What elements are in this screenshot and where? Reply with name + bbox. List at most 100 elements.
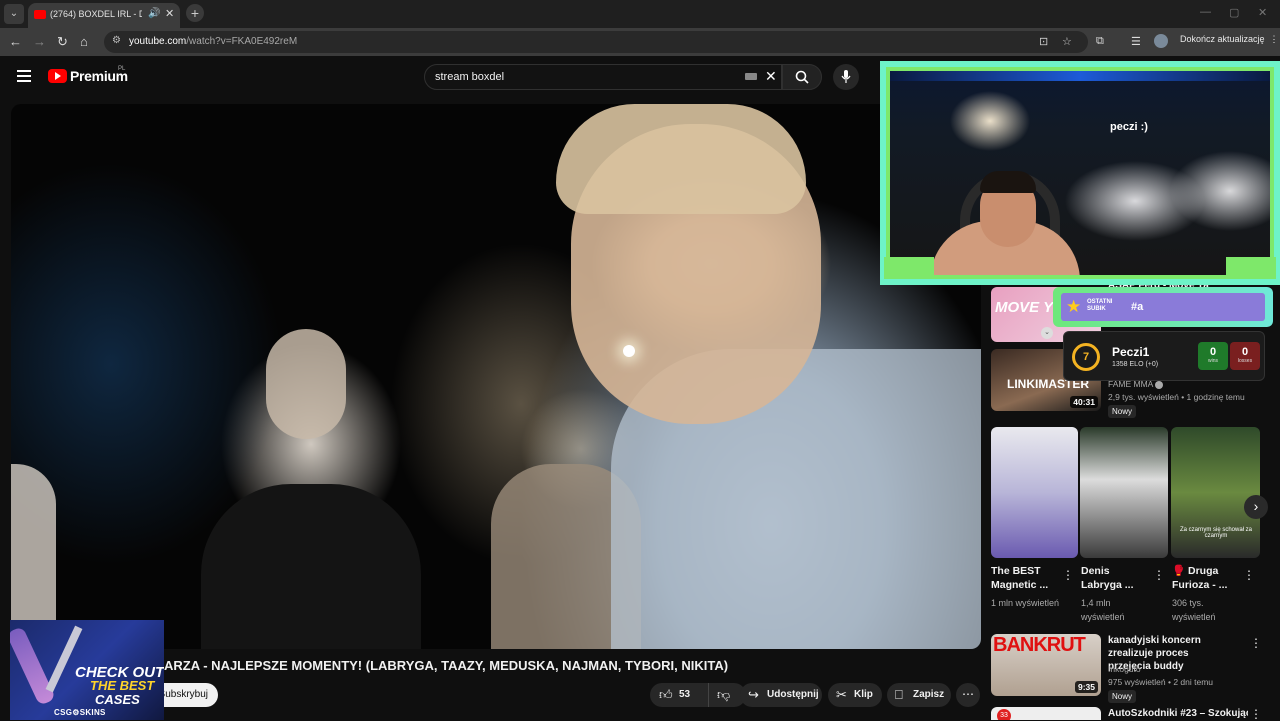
- last-sub-label: OSTATNI SUBIK: [1087, 299, 1113, 312]
- forward-icon[interactable]: →: [33, 34, 46, 49]
- close-window-icon[interactable]: ✕: [1258, 6, 1267, 19]
- search-input[interactable]: stream boxdel ✕: [424, 64, 782, 90]
- country-code: PL: [118, 66, 126, 72]
- thumbs-down-icon[interactable]: 👎︎: [708, 683, 730, 707]
- wins-box: 0 wins: [1198, 342, 1228, 370]
- video-scene-head: [266, 329, 346, 439]
- faceit-level-icon: 7: [1072, 343, 1100, 371]
- elo-player-name: Peczi1: [1112, 345, 1150, 359]
- star-icon: ★: [1066, 297, 1082, 316]
- keyboard-icon[interactable]: [745, 73, 757, 80]
- recommended-thumbnail[interactable]: 33: [991, 707, 1101, 720]
- last-sub-name: #a: [1131, 301, 1144, 313]
- youtube-logo-icon[interactable]: [48, 69, 67, 83]
- last-subscriber-widget: ★ OSTATNI SUBIK #a: [1053, 287, 1273, 327]
- short-thumbnail[interactable]: [991, 427, 1078, 558]
- update-button[interactable]: Dokończ aktualizację ⋮: [1180, 34, 1279, 45]
- speaker-icon[interactable]: 🔊: [148, 8, 160, 19]
- bookmark-star-icon[interactable]: ☆: [1062, 35, 1072, 48]
- short-title[interactable]: 🥊 Druga Furioza - ...: [1172, 564, 1242, 592]
- share-icon: ↪: [748, 687, 759, 702]
- more-vert-icon[interactable]: ⋮: [1250, 636, 1262, 650]
- tab-close-icon[interactable]: ✕: [165, 7, 174, 20]
- webcam-streamer-hair: [980, 171, 1036, 193]
- browser-toolbar: ← → ↻ ⌂ ⚙ youtube.com/watch?v=FKA0E492re…: [0, 28, 1280, 56]
- video-meta: 975 wyświetleń • 2 dni temu: [1108, 677, 1214, 687]
- short-title[interactable]: Denis Labryga ...: [1081, 564, 1151, 592]
- webcam-feed: peczi :): [890, 71, 1270, 275]
- thumbs-up-icon: 👍︎: [659, 687, 673, 702]
- ad-line-2: THE BEST: [90, 678, 155, 693]
- browser-tab-active[interactable]: (2764) BOXDEL IRL - DOM W 🔊 ✕: [28, 3, 180, 28]
- profile-avatar[interactable]: [1154, 34, 1168, 48]
- back-icon[interactable]: ←: [9, 34, 22, 49]
- more-vert-icon[interactable]: ⋮: [1062, 568, 1074, 582]
- reload-icon[interactable]: ↻: [57, 34, 68, 50]
- short-thumbnail[interactable]: [1080, 427, 1168, 558]
- microphone-icon: [841, 70, 851, 83]
- webcam-frame-corner: [1226, 257, 1276, 279]
- tab-search-button[interactable]: ⌄: [4, 4, 24, 24]
- ad-line-3: CASES: [95, 692, 140, 707]
- csgo-ad-overlay[interactable]: CHECK OUT THE BEST CASES CSG⚙SKINS: [10, 620, 164, 720]
- video-title: ARZA - NAJLEPSZE MOMENTY! (LABRYGA, TAAZ…: [164, 658, 729, 673]
- channel-name[interactable]: Inkoguto: [1108, 664, 1141, 674]
- more-vert-icon[interactable]: ⋮: [1250, 707, 1262, 721]
- search-value: stream boxdel: [435, 71, 505, 83]
- scissors-icon: ✂: [836, 687, 847, 702]
- clip-button[interactable]: ✂ Klip: [828, 683, 882, 707]
- tab-title: (2764) BOXDEL IRL - DOM W: [50, 9, 142, 19]
- minimize-icon[interactable]: —: [1200, 6, 1211, 18]
- short-views: 1 mln wyświetleń: [991, 598, 1060, 608]
- new-tab-button[interactable]: +: [186, 4, 204, 22]
- recommended-thumbnail[interactable]: BANKRUT 9:35: [991, 634, 1101, 696]
- losses-box: 0 losses: [1230, 342, 1260, 370]
- new-badge: Nowy: [1108, 690, 1137, 703]
- site-info-icon[interactable]: ⚙: [112, 35, 121, 46]
- verified-icon: [1155, 380, 1164, 389]
- video-scene-person-dark: [201, 484, 421, 649]
- like-button[interactable]: 👍︎ 53 👎︎: [650, 683, 746, 707]
- search-icon: [795, 70, 809, 84]
- video-player[interactable]: [11, 104, 981, 649]
- menu-icon[interactable]: [17, 70, 31, 85]
- reading-list-icon[interactable]: ☰: [1131, 35, 1141, 48]
- elo-value: 1358 ELO (+0): [1112, 361, 1159, 368]
- ad-brand: CSG⚙SKINS: [54, 708, 106, 717]
- share-button[interactable]: ↪ Udostępnij: [740, 683, 822, 707]
- search-button[interactable]: [782, 64, 822, 90]
- knife-blade-icon: [45, 625, 83, 693]
- short-thumbnail[interactable]: Za czarnym się schował za czarnym: [1171, 427, 1260, 558]
- video-meta: 2,9 tys. wyświetleń • 1 godzinę temu: [1108, 392, 1245, 402]
- webcam-frame-corner: [884, 257, 934, 279]
- youtube-favicon-icon: [34, 10, 46, 19]
- bookmark-icon: ⎕: [895, 687, 903, 702]
- shorts-next-button[interactable]: ›: [1244, 495, 1268, 519]
- short-title[interactable]: The BEST Magnetic ...: [991, 564, 1061, 592]
- new-badge: Nowy: [1108, 405, 1137, 418]
- recommended-title[interactable]: AutoSzkodniki #23 – Szokujące: [1108, 707, 1248, 720]
- video-duration: 40:31: [1070, 396, 1098, 408]
- voice-search-button[interactable]: [833, 64, 859, 90]
- maximize-icon[interactable]: ▢: [1229, 6, 1239, 19]
- webcam-overlay: peczi :): [880, 61, 1280, 285]
- more-actions-button[interactable]: ⋯: [956, 683, 980, 707]
- clear-search-icon[interactable]: ✕: [765, 68, 777, 85]
- address-bar[interactable]: ⚙ youtube.com/watch?v=FKA0E492reM ⊡ ☆: [104, 31, 1088, 53]
- knife-icon: [10, 625, 57, 707]
- save-button[interactable]: ⎕ Zapisz: [887, 683, 951, 707]
- video-scene-light: [623, 345, 635, 357]
- extensions-icon[interactable]: ⧉: [1096, 35, 1104, 48]
- more-vert-icon[interactable]: ⋮: [1243, 568, 1255, 582]
- video-scene-hair: [556, 104, 806, 214]
- elo-widget: 7 Peczi1 1358 ELO (+0) 0 wins 0 losses: [1063, 331, 1265, 381]
- url-text: youtube.com/watch?v=FKA0E492reM: [129, 36, 298, 47]
- browser-tabstrip: ⌄ (2764) BOXDEL IRL - DOM W 🔊 ✕ + — ▢ ✕: [0, 0, 1280, 28]
- chevron-down-icon: ⌄: [1041, 327, 1053, 339]
- more-vert-icon[interactable]: ⋮: [1153, 568, 1165, 582]
- home-icon[interactable]: ⌂: [80, 34, 88, 49]
- short-views: 306 tys. wyświetleń: [1172, 598, 1216, 622]
- install-app-icon[interactable]: ⊡: [1039, 35, 1048, 48]
- webcam-led-strip: [890, 71, 1270, 81]
- video-duration: 9:35: [1074, 681, 1098, 693]
